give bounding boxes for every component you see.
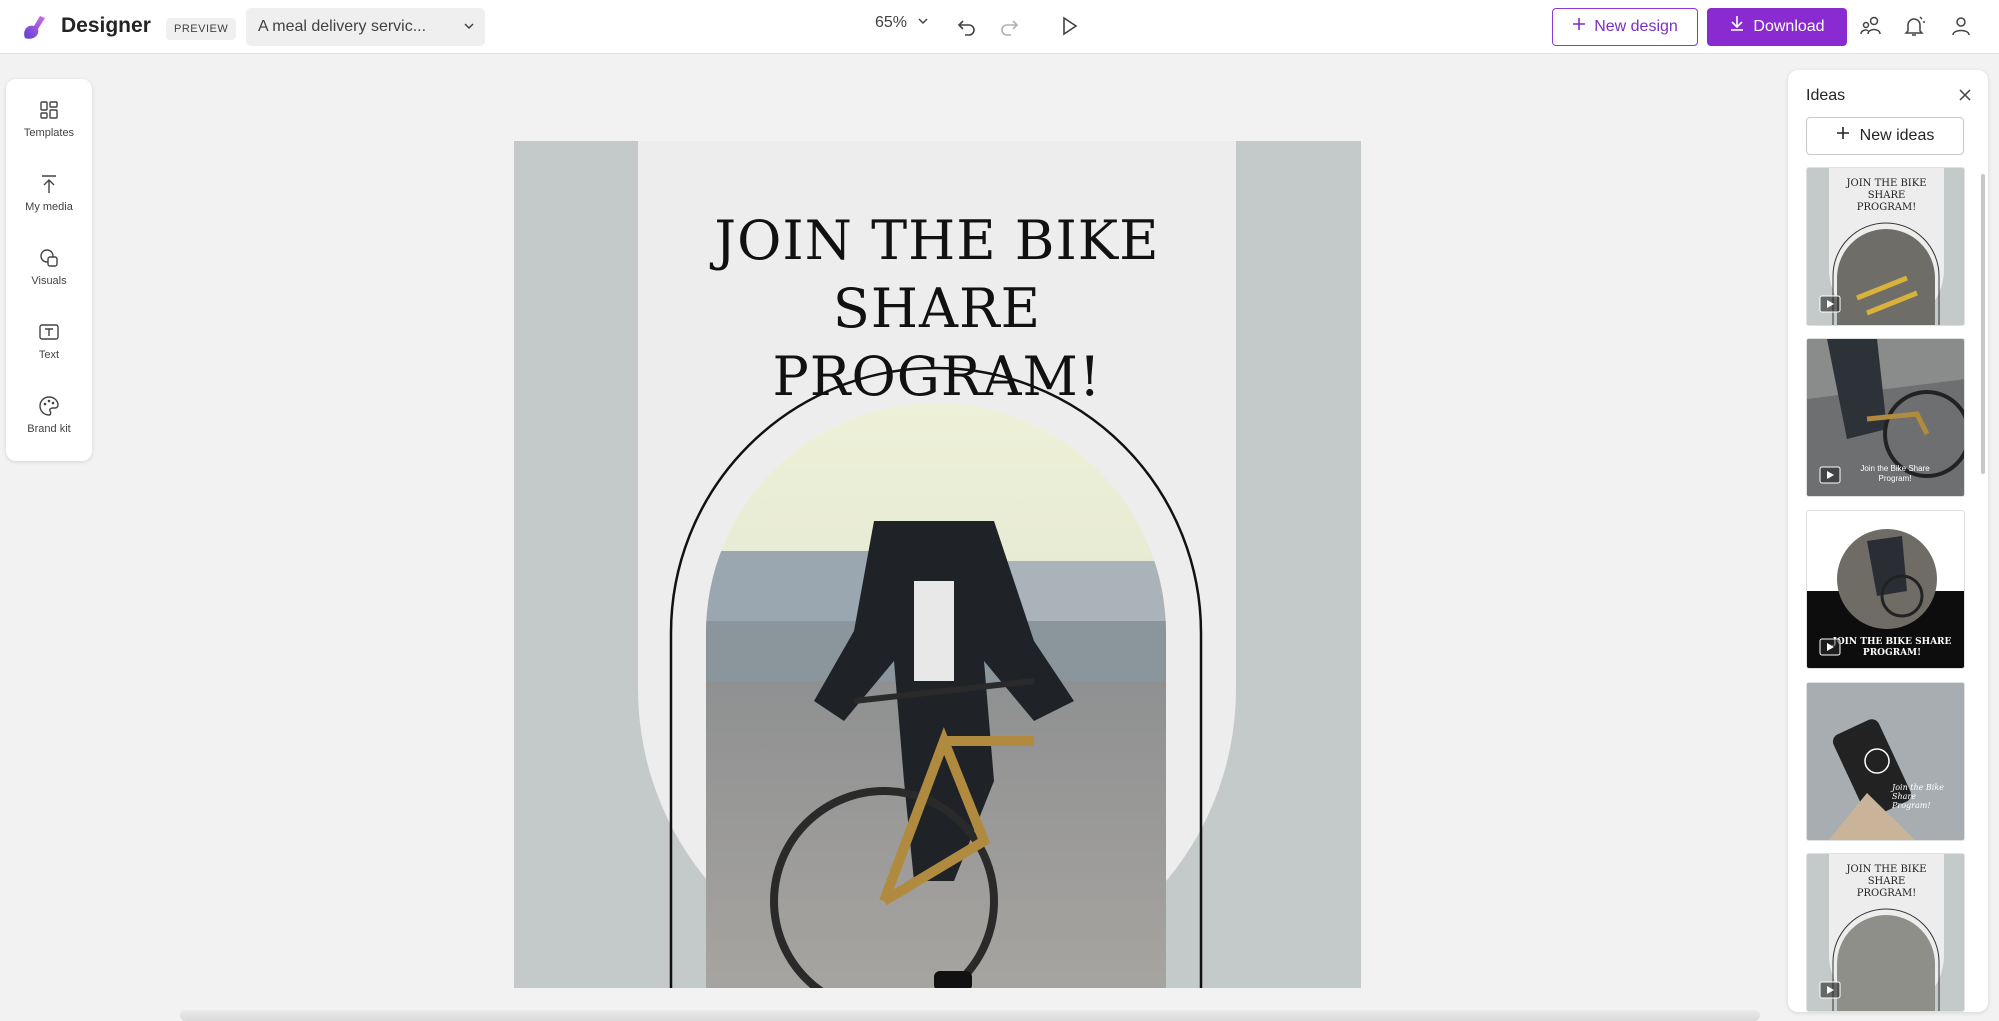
download-button[interactable]: Download (1707, 8, 1847, 46)
undo-icon[interactable] (955, 14, 979, 38)
sidebar-item-label: Text (38, 349, 60, 361)
sidebar-item-label: My media (25, 201, 73, 213)
plus-icon (1836, 118, 1850, 154)
document-title-dropdown[interactable]: A meal delivery servic... (246, 8, 485, 46)
chevron-down-icon (463, 8, 475, 61)
designer-logo-icon (24, 16, 45, 39)
design-canvas[interactable]: JOIN THE BIKE SHARE PROGRAM! (514, 141, 1361, 988)
sidebar-item-label: Visuals (31, 275, 67, 287)
ideas-panel: Ideas New ideas JOIN THE BIKE SHARE PROG… (1788, 70, 1988, 1012)
sidebar-item-label: Templates (23, 127, 75, 139)
cyclist-photo[interactable] (514, 141, 1361, 988)
video-play-icon (1819, 295, 1841, 313)
text-icon (39, 324, 59, 340)
idea-thumbnail[interactable]: JOIN THE BIKE SHARE PROGRAM! (1806, 853, 1965, 1012)
zoom-level: 65% (875, 14, 908, 31)
new-design-button[interactable]: New design (1552, 8, 1698, 46)
sidebar-item-brand-kit[interactable]: Brand kit (6, 395, 92, 455)
account-avatar-icon[interactable] (1949, 14, 1973, 38)
idea-thumbnail[interactable]: JOIN THE BIKE SHARE PROGRAM! (1806, 167, 1965, 326)
horizontal-scrollbar[interactable] (180, 1010, 1760, 1021)
top-bar: Designer PREVIEW A meal delivery servic.… (0, 0, 1999, 54)
idea-thumbnail[interactable]: Join the Bike Share Program! (1806, 682, 1965, 841)
plus-icon (1572, 9, 1586, 45)
download-label: Download (1753, 18, 1825, 36)
video-play-icon (1819, 981, 1841, 999)
preview-badge: PREVIEW (166, 18, 237, 40)
left-toolbar: Templates My media Visuals Text Brand ki… (6, 79, 92, 461)
close-icon[interactable] (1958, 88, 1972, 102)
idea-thumbnail[interactable]: Join the Bike Share Program! (1806, 338, 1965, 497)
video-play-icon (1819, 466, 1841, 484)
download-icon (1729, 8, 1745, 46)
document-title: A meal delivery servic... (258, 18, 427, 35)
ideas-title: Ideas (1806, 87, 1846, 104)
chevron-down-icon (917, 14, 929, 31)
sidebar-item-text[interactable]: Text (6, 321, 92, 381)
thumbnail-image (1807, 683, 1964, 840)
visuals-icon (40, 249, 58, 267)
redo-icon[interactable] (997, 14, 1021, 38)
play-icon[interactable] (1057, 14, 1081, 38)
upload-icon (42, 175, 56, 193)
sidebar-item-my-media[interactable]: My media (6, 173, 92, 233)
thumbnail-title: Join the Bike Share Program! (1860, 464, 1930, 483)
new-ideas-button[interactable]: New ideas (1806, 117, 1964, 155)
sidebar-item-label: Brand kit (27, 423, 71, 435)
new-ideas-label: New ideas (1859, 127, 1935, 145)
share-people-icon[interactable] (1859, 14, 1883, 38)
zoom-dropdown[interactable]: 65% (875, 14, 929, 32)
ideas-scrollbar[interactable] (1981, 174, 1985, 474)
idea-thumbnail[interactable]: JOIN THE BIKE SHARE PROGRAM! (1806, 510, 1965, 669)
templates-icon (40, 101, 58, 119)
thumbnail-title: Join the Bike Share Program! (1892, 783, 1944, 810)
app-title: Designer (61, 14, 151, 37)
sidebar-item-visuals[interactable]: Visuals (6, 247, 92, 307)
notifications-icon[interactable] (1902, 14, 1926, 38)
new-design-label: New design (1594, 18, 1678, 36)
palette-icon (39, 396, 59, 416)
video-play-icon (1819, 638, 1841, 656)
thumbnail-title: JOIN THE BIKE SHARE PROGRAM! (1832, 637, 1952, 658)
sidebar-item-templates[interactable]: Templates (6, 99, 92, 159)
